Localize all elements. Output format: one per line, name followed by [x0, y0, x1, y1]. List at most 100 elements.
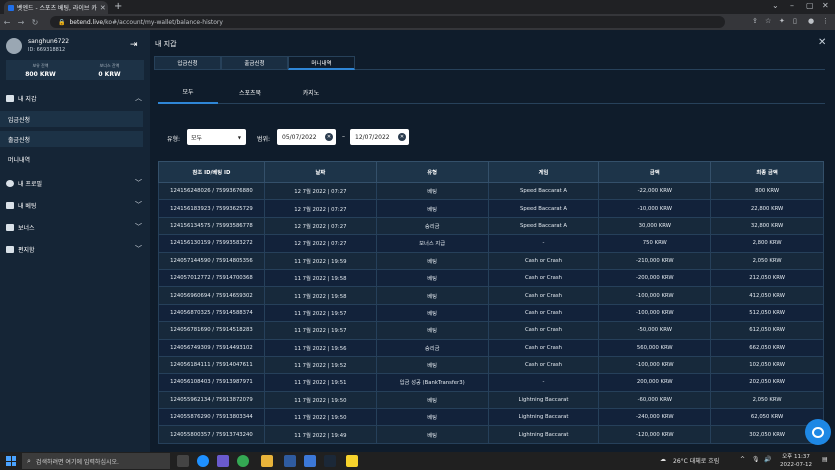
date-cell: 11 7월 2022 | 19:52 — [263, 355, 377, 375]
reload-icon[interactable]: ↻ — [28, 18, 42, 27]
clear-date-from-icon[interactable]: ✕ — [325, 133, 333, 141]
close-icon[interactable]: ✕ — [818, 37, 826, 48]
tab-label: 머니내역 — [311, 60, 332, 67]
window-close-icon[interactable]: ✕ — [822, 1, 829, 10]
extensions-icon[interactable]: ✦ — [779, 17, 785, 25]
weather-icon[interactable]: ☁ — [660, 456, 666, 463]
browser-menu-icon[interactable]: ⋮ — [822, 17, 829, 25]
taskbar-search-input[interactable]: ⌕ 검색하려면 여기에 입력하십시오. — [22, 453, 170, 469]
amount-cell: -240,000 KRW — [598, 408, 712, 427]
tab-label: 출금신청 — [244, 61, 265, 67]
system-clock[interactable]: 오후 11:37 2022-07-12 — [780, 453, 812, 469]
table-row: 124055962134 / 75913872079 11 7월 2022 | 1… — [158, 390, 824, 410]
steam-icon[interactable] — [324, 455, 336, 467]
tab-withdraw[interactable]: 출금신청 — [221, 56, 288, 70]
bookmark-star-icon[interactable]: ☆ — [765, 17, 771, 25]
table-row: 124056184111 / 75914047611 11 7월 2022 | 1… — [158, 355, 824, 375]
type-cell: 베팅 — [375, 321, 489, 340]
edge-icon[interactable] — [197, 455, 209, 467]
clear-date-to-icon[interactable]: ✕ — [398, 133, 406, 141]
subtab-label: 모두 — [182, 89, 194, 96]
sidebar-item-bets[interactable]: 내 베팅 ﹀ — [0, 195, 150, 215]
sidebar-item-bonus[interactable]: 보너스 ﹀ — [0, 217, 150, 237]
new-tab-button[interactable]: + — [114, 1, 122, 12]
type-cell: 베팅 — [375, 425, 489, 444]
task-view-icon[interactable] — [177, 455, 189, 467]
logout-icon[interactable]: ⇥ — [130, 40, 138, 50]
mail-app-icon[interactable] — [284, 455, 296, 467]
amount-cell: -100,000 KRW — [598, 355, 712, 375]
account-sidebar: sanghun6722 ID: 669318812 ⇥ 보유 잔액 800 KR… — [0, 30, 150, 452]
tab-money-history[interactable]: 머니내역 — [288, 56, 355, 70]
subtab-label: 스포츠북 — [238, 90, 262, 97]
windows-start-icon[interactable] — [6, 456, 16, 466]
type-filter-select[interactable]: 모두 ▼ — [187, 129, 246, 145]
notification-icon[interactable]: ▤ — [822, 456, 828, 463]
app-icon[interactable] — [217, 455, 229, 467]
tab-close-icon[interactable]: ✕ — [100, 4, 106, 12]
history-table-container[interactable]: 참조 ID/베팅 ID 날짜 유형 게임 금액 최종 금액 1241562480… — [158, 161, 825, 451]
chrome-icon[interactable] — [237, 455, 249, 467]
ref-id-cell: 124056749309 / 75914493102 — [158, 338, 265, 357]
type-filter-label: 유형: — [167, 136, 181, 143]
sidepanel-icon[interactable]: ▯ — [793, 17, 797, 25]
ref-id-cell: 124055800357 / 75913743240 — [158, 425, 265, 444]
wallet-tabs: 입금신청 출금신청 머니내역 — [154, 56, 825, 70]
chevron-down-icon: ﹀ — [135, 179, 142, 187]
folder-icon[interactable] — [261, 455, 273, 467]
ref-id-cell: 124156183923 / 75993625729 — [158, 199, 265, 218]
taskbar-search-placeholder: 검색하려면 여기에 입력하십시오. — [35, 458, 119, 466]
ref-id-cell: 124056108403 / 75913987971 — [158, 373, 265, 392]
back-icon[interactable]: ← — [0, 18, 14, 27]
game-cell: Cash or Crash — [487, 286, 600, 305]
live-chat-button[interactable] — [805, 419, 831, 445]
amount-cell: 200,000 KRW — [598, 373, 712, 392]
date-to-input[interactable]: 12/07/2022 ✕ — [350, 129, 409, 145]
type-cell: 입금 성공 (BankTransfer3) — [375, 373, 489, 392]
url-path: /ko#/account/my-wallet/balance-history — [103, 18, 223, 26]
game-cell: Speed Baccarat A — [487, 181, 600, 201]
amount-cell: -10,000 KRW — [598, 199, 712, 218]
kakaotalk-icon[interactable] — [346, 455, 358, 467]
history-table: 참조 ID/베팅 ID 날짜 유형 게임 금액 최종 금액 1241562480… — [158, 161, 824, 444]
main-balance-label: 보유 잔액 — [32, 63, 49, 68]
sidebar-subitem-withdraw[interactable]: 출금신청 — [0, 131, 143, 147]
subtab-all[interactable]: 모두 — [158, 81, 218, 104]
store-icon[interactable] — [304, 455, 316, 467]
ref-id-cell: 124057144590 / 75914805356 — [158, 251, 265, 270]
browser-tab[interactable]: 벳엔드 - 스포츠 베팅, 라이브 카 ✕ — [4, 1, 108, 14]
sidebar-subitem-money-history[interactable]: 머니내역 — [0, 151, 143, 167]
amount-cell: -100,000 KRW — [598, 303, 712, 323]
date-from-input[interactable]: 05/07/2022 ✕ — [277, 129, 336, 145]
subtab-sportsbook[interactable]: 스포츠북 — [220, 81, 280, 104]
ticket-icon — [6, 201, 14, 209]
sidebar-item-profile[interactable]: 내 프로필 ﹀ — [0, 173, 150, 193]
forward-icon[interactable]: → — [14, 18, 28, 27]
sidebar-subitem-deposit[interactable]: 입금신청 — [0, 111, 143, 127]
maximize-icon[interactable]: ▢ — [806, 1, 814, 10]
sidebar-subitem-label: 입금신청 — [8, 116, 31, 124]
chevron-down-icon[interactable]: ⌄ — [772, 1, 779, 10]
type-cell: 베팅 — [375, 408, 489, 427]
subtab-casino[interactable]: 카지노 — [281, 81, 341, 104]
tray-up-icon[interactable]: ^ — [740, 456, 745, 463]
weather-text[interactable]: 26°C 대체로 흐림 — [673, 456, 719, 465]
volume-icon[interactable]: 🔊 — [764, 456, 771, 463]
amount-cell: -210,000 KRW — [598, 251, 712, 270]
type-cell: 베팅 — [375, 355, 489, 375]
sidebar-item-wallet[interactable]: 내 지갑 ︿ — [0, 88, 150, 108]
game-cell: Speed Baccarat A — [487, 199, 600, 218]
url-input[interactable]: 🔒 betend.live /ko#/account/my-wallet/bal… — [50, 16, 725, 28]
sidebar-item-inbox[interactable]: 편지함 ﹀ — [0, 239, 150, 259]
col-amount: 금액 — [598, 161, 712, 183]
minimize-icon[interactable]: – — [790, 1, 794, 10]
table-row: 124055800357 / 75913743240 11 7월 2022 | 1… — [158, 425, 824, 444]
tab-deposit[interactable]: 입금신청 — [154, 56, 221, 70]
username: sanghun6722 — [28, 38, 70, 45]
mic-icon[interactable]: 🎙 — [752, 456, 760, 463]
type-cell: 베팅 — [375, 286, 489, 305]
profile-icon[interactable]: ● — [808, 17, 814, 25]
share-icon[interactable]: ⇪ — [752, 17, 758, 25]
type-cell: 베팅 — [375, 181, 489, 201]
final-amount-cell: 412,050 KRW — [710, 286, 824, 305]
